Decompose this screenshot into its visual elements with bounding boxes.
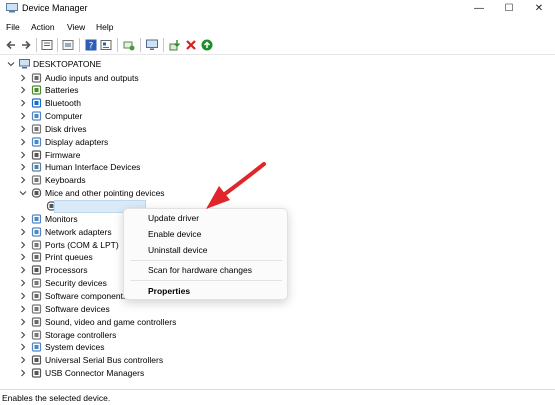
status-text: Enables the selected device. <box>2 393 111 403</box>
annotation-arrow-icon <box>206 162 266 209</box>
status-bar: Enables the selected device. <box>0 389 555 405</box>
